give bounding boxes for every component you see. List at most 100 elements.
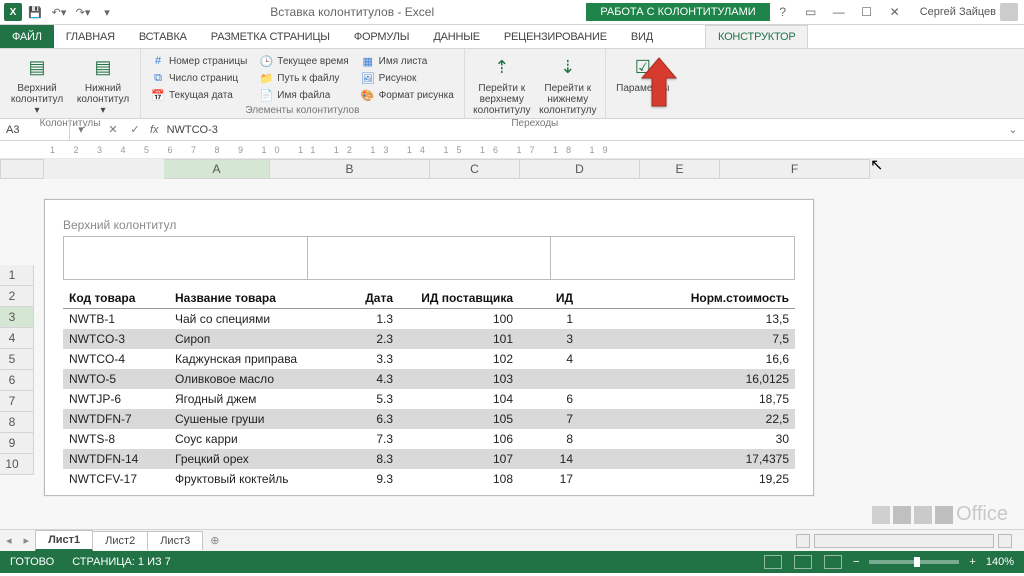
cell-date[interactable]: 2.3 [329,329,399,349]
tab-review[interactable]: РЕЦЕНЗИРОВАНИЕ [492,25,619,48]
zoom-out-icon[interactable]: − [853,556,859,568]
cell-cost[interactable]: 16,0125 [579,369,795,389]
cell-date[interactable]: 6.3 [329,409,399,429]
tab-layout[interactable]: РАЗМЕТКА СТРАНИЦЫ [199,25,342,48]
select-all-corner[interactable] [0,159,44,179]
tab-view[interactable]: ВИД [619,25,665,48]
params-button[interactable]: ☑Параметры [612,51,674,96]
cancel-formula-icon[interactable]: ✕ [102,123,124,136]
cell-date[interactable]: 5.3 [329,389,399,409]
th-name[interactable]: Название товара [169,288,329,309]
cell-code[interactable]: NWTDFN-7 [63,409,169,429]
formula-expand-icon[interactable]: ⌄ [1002,123,1024,136]
header-top-button[interactable]: ▤Верхний колонтитул ▾ [6,51,68,118]
maximize-icon[interactable]: ☐ [854,2,880,22]
tab-data[interactable]: ДАННЫЕ [421,25,492,48]
table-row[interactable]: NWTCO-3Сироп2.310137,5 [63,329,795,349]
cell-date[interactable]: 1.3 [329,309,399,330]
qat-customize-icon[interactable]: ▾ [96,2,118,22]
zoom-level[interactable]: 140% [986,556,1014,568]
cell-code[interactable]: NWTJP-6 [63,389,169,409]
row-header-3[interactable]: 3 [0,307,34,328]
data-table[interactable]: Код товара Название товара Дата ИД поста… [63,288,795,489]
cell-code[interactable]: NWTO-5 [63,369,169,389]
row-header-1[interactable]: 1 [0,265,34,286]
cell-cost[interactable]: 17,4375 [579,449,795,469]
cell-cost[interactable]: 16,6 [579,349,795,369]
cell-supplier[interactable]: 103 [399,369,519,389]
cell-date[interactable]: 3.3 [329,349,399,369]
cell-name[interactable]: Каджунская приправа [169,349,329,369]
cell-cost[interactable]: 7,5 [579,329,795,349]
tab-formulas[interactable]: ФОРМУЛЫ [342,25,421,48]
cell-id[interactable]: 7 [519,409,579,429]
minimize-icon[interactable]: — [826,2,852,22]
elem-fmt-picture[interactable]: 🎨Формат рисунка [357,87,458,103]
row-header-6[interactable]: 6 [0,370,34,391]
zoom-slider[interactable] [869,560,959,564]
close-icon[interactable]: ✕ [882,2,908,22]
sheet-tab-3[interactable]: Лист3 [147,531,203,550]
goto-bottom-button[interactable]: ⇣Перейти к нижнему колонтитулу [537,51,599,118]
col-header-b[interactable]: B [270,159,430,179]
cell-code[interactable]: NWTDFN-14 [63,449,169,469]
cell-cost[interactable]: 22,5 [579,409,795,429]
cell-cost[interactable]: 13,5 [579,309,795,330]
zoom-in-icon[interactable]: + [969,556,975,568]
cell-supplier[interactable]: 105 [399,409,519,429]
cell-name[interactable]: Грецкий орех [169,449,329,469]
cell-supplier[interactable]: 102 [399,349,519,369]
view-normal-icon[interactable] [764,555,782,569]
table-row[interactable]: NWTCO-4Каджунская приправа3.3102416,6 [63,349,795,369]
goto-top-button[interactable]: ⇡Перейти к верхнему колонтитулу [471,51,533,118]
horizontal-scrollbar[interactable] [227,534,1024,548]
row-header-2[interactable]: 2 [0,286,34,307]
cell-id[interactable]: 14 [519,449,579,469]
cell-cost[interactable]: 18,75 [579,389,795,409]
table-row[interactable]: NWTO-5Оливковое масло4.310316,0125 [63,369,795,389]
cell-cost[interactable]: 30 [579,429,795,449]
cell-code[interactable]: NWTCO-3 [63,329,169,349]
tab-file[interactable]: ФАЙЛ [0,25,54,48]
cell-code[interactable]: NWTB-1 [63,309,169,330]
cell-name[interactable]: Чай со специями [169,309,329,330]
header-right[interactable] [551,237,794,279]
row-header-9[interactable]: 9 [0,433,34,454]
help-icon[interactable]: ? [770,2,796,22]
th-cost[interactable]: Норм.стоимость [579,288,795,309]
cell-supplier[interactable]: 101 [399,329,519,349]
row-header-7[interactable]: 7 [0,391,34,412]
col-header-f[interactable]: F [720,159,870,179]
cell-id[interactable]: 1 [519,309,579,330]
table-row[interactable]: NWTB-1Чай со специями1.3100113,5 [63,309,795,330]
th-code[interactable]: Код товара [63,288,169,309]
elem-sheet[interactable]: ▦Имя листа [357,53,458,69]
cell-supplier[interactable]: 104 [399,389,519,409]
cell-date[interactable]: 9.3 [329,469,399,489]
row-header-8[interactable]: 8 [0,412,34,433]
accept-formula-icon[interactable]: ✓ [124,123,146,136]
table-row[interactable]: NWTDFN-14Грецкий орех8.31071417,4375 [63,449,795,469]
cell-id[interactable]: 3 [519,329,579,349]
qat-redo-icon[interactable]: ↷▾ [72,2,94,22]
tab-design[interactable]: КОНСТРУКТОР [705,25,809,48]
cell-cost[interactable]: 19,25 [579,469,795,489]
user-avatar-icon[interactable] [1000,3,1018,21]
th-supplier[interactable]: ИД поставщика [399,288,519,309]
cell-supplier[interactable]: 100 [399,309,519,330]
sheet-nav-prev-icon[interactable]: ◂ [0,534,18,547]
ribbon-collapse-icon[interactable]: ▭ [798,2,824,22]
th-date[interactable]: Дата [329,288,399,309]
row-header-10[interactable]: 10 [0,454,34,475]
elem-page-count[interactable]: ⧉Число страниц [147,70,251,86]
name-box[interactable]: A3 [0,119,70,140]
header-left[interactable] [64,237,308,279]
cell-date[interactable]: 8.3 [329,449,399,469]
row-header-4[interactable]: 4 [0,328,34,349]
cell-code[interactable]: NWTS-8 [63,429,169,449]
th-id[interactable]: ИД [519,288,579,309]
cell-code[interactable]: NWTCFV-17 [63,469,169,489]
cell-id[interactable]: 4 [519,349,579,369]
elem-cur-date[interactable]: 📅Текущая дата [147,87,251,103]
col-header-e[interactable]: E [640,159,720,179]
